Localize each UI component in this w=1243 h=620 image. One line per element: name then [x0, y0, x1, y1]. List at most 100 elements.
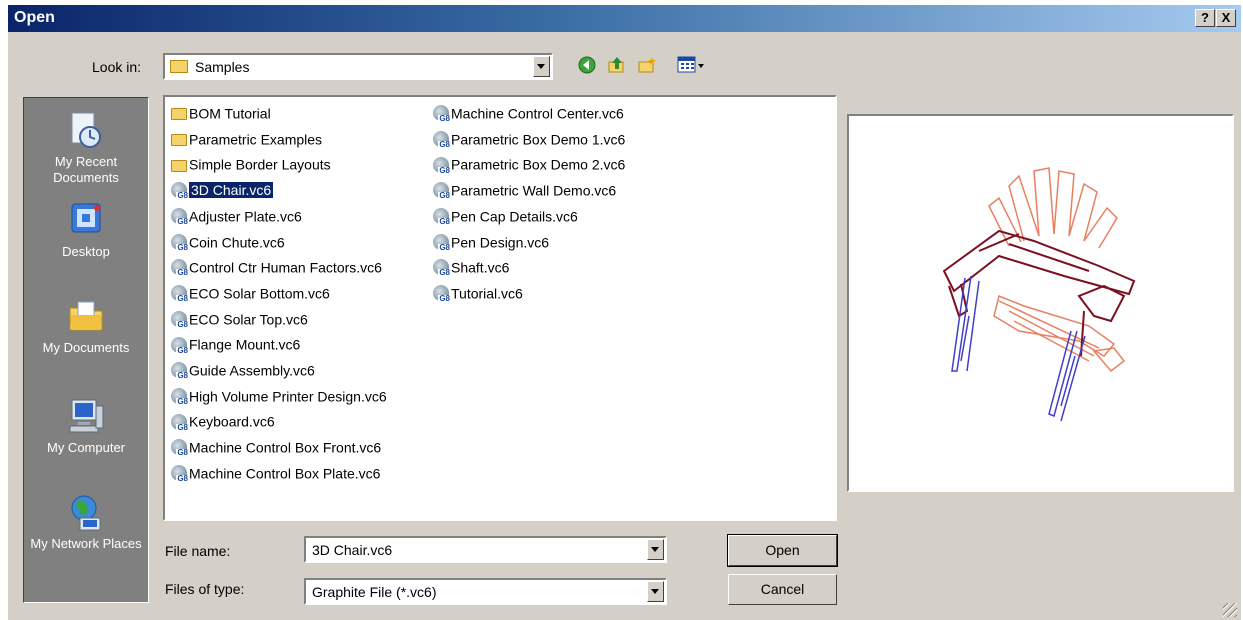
item-label: Pen Design.vc6: [451, 233, 550, 250]
close-button[interactable]: X: [1216, 9, 1236, 27]
vc6-file-icon: [171, 362, 190, 381]
folder-item[interactable]: Parametric Examples: [171, 127, 322, 149]
place-my-computer[interactable]: My Computer: [24, 396, 148, 456]
up-folder-icon[interactable]: [607, 55, 627, 75]
vc6-file-icon: [171, 336, 190, 355]
file-item[interactable]: Tutorial.vc6: [433, 281, 523, 304]
vc6-file-icon: [433, 105, 452, 124]
resize-grip-icon[interactable]: [1223, 603, 1237, 617]
vc6-file-icon: [171, 439, 190, 458]
folder-icon: [171, 159, 187, 172]
folder-item[interactable]: Simple Border Layouts: [171, 152, 331, 174]
file-item[interactable]: Parametric Box Demo 2.vc6: [433, 152, 626, 175]
title-bar[interactable]: Open ? X: [8, 5, 1241, 32]
file-item[interactable]: Adjuster Plate.vc6: [171, 204, 302, 227]
preview-pane: [847, 114, 1234, 492]
file-item[interactable]: Machine Control Box Front.vc6: [171, 435, 382, 458]
file-item[interactable]: Machine Control Center.vc6: [433, 101, 624, 124]
vc6-file-icon: [171, 387, 190, 406]
place-recent-documents[interactable]: My Recent Documents: [24, 110, 148, 186]
item-label: Keyboard.vc6: [189, 413, 275, 430]
item-label: Pen Cap Details.vc6: [451, 208, 578, 225]
vc6-file-icon: [433, 259, 452, 278]
item-label: ECO Solar Top.vc6: [189, 310, 308, 327]
places-bar: My Recent Documents Desktop My Documents: [23, 97, 149, 603]
look-in-label: Look in:: [92, 59, 142, 75]
cancel-button[interactable]: Cancel: [728, 574, 837, 605]
file-name-value[interactable]: 3D Chair.vc6: [312, 542, 392, 558]
desktop-icon: [71, 203, 101, 233]
file-item[interactable]: Pen Cap Details.vc6: [433, 204, 578, 227]
file-item[interactable]: Shaft.vc6: [433, 255, 510, 278]
new-folder-icon[interactable]: [637, 55, 657, 75]
file-item[interactable]: Keyboard.vc6: [171, 409, 275, 432]
folder-item[interactable]: BOM Tutorial: [171, 101, 271, 123]
item-label: Parametric Examples: [189, 130, 323, 147]
vc6-file-icon: [433, 156, 452, 175]
place-desktop[interactable]: Desktop: [24, 200, 148, 260]
place-network-places[interactable]: My Network Places: [24, 492, 148, 552]
look-in-combo[interactable]: Samples: [163, 53, 553, 80]
vc6-file-icon: [171, 465, 190, 484]
my-computer-icon: [69, 399, 104, 433]
file-item[interactable]: ECO Solar Top.vc6: [171, 307, 308, 329]
item-label: Machine Control Center.vc6: [451, 105, 624, 122]
file-name-dropdown-button[interactable]: [647, 539, 664, 560]
vc6-file-icon: [171, 233, 190, 252]
file-item[interactable]: Machine Control Box Plate.vc6: [171, 461, 381, 484]
file-list[interactable]: BOM Tutorial Parametric Examples Simple Bo…: [163, 95, 837, 521]
file-item[interactable]: Flange Mount.vc6: [171, 332, 301, 355]
look-in-dropdown-button[interactable]: [533, 56, 550, 77]
open-dialog: Open ? X Look in: Samples My Recent Docu…: [8, 5, 1241, 620]
file-type-combo[interactable]: Graphite File (*.vc6): [304, 578, 667, 605]
vc6-file-icon: [171, 259, 190, 278]
item-label: Tutorial.vc6: [451, 285, 523, 302]
file-item[interactable]: Coin Chute.vc6: [171, 230, 285, 252]
file-item[interactable]: ECO Solar Bottom.vc6: [171, 281, 330, 304]
view-menu-icon[interactable]: [677, 55, 705, 75]
vc6-file-icon: [433, 285, 452, 304]
file-item[interactable]: Control Ctr Human Factors.vc6: [171, 255, 382, 278]
item-label: Parametric Wall Demo.vc6: [451, 182, 617, 199]
item-label: BOM Tutorial: [189, 105, 271, 122]
vc6-file-icon: [433, 182, 452, 201]
item-label: Machine Control Box Plate.vc6: [189, 465, 381, 482]
file-item[interactable]: Parametric Box Demo 1.vc6: [433, 127, 625, 149]
vc6-file-icon: [171, 182, 190, 201]
place-label: My Recent Documents: [53, 154, 119, 185]
network-places-icon: [71, 495, 101, 531]
recent-documents-icon: [71, 112, 101, 148]
file-type-dropdown-button[interactable]: [647, 581, 664, 602]
item-label: Parametric Box Demo 2.vc6: [451, 156, 626, 173]
file-item[interactable]: 3D Chair.vc6: [171, 178, 274, 201]
place-label: My Documents: [42, 340, 130, 355]
item-label: Machine Control Box Front.vc6: [189, 439, 382, 456]
item-label: Shaft.vc6: [451, 259, 510, 276]
place-label: My Computer: [46, 440, 126, 455]
file-item[interactable]: Pen Design.vc6: [433, 230, 549, 252]
file-name-combo[interactable]: 3D Chair.vc6: [304, 536, 667, 563]
help-button[interactable]: ?: [1195, 9, 1215, 27]
back-icon[interactable]: [577, 55, 597, 75]
vc6-file-icon: [433, 233, 452, 252]
item-label: Flange Mount.vc6: [189, 336, 301, 353]
item-label: High Volume Printer Design.vc6: [189, 387, 387, 404]
file-item[interactable]: Guide Assembly.vc6: [171, 358, 315, 381]
folder-icon: [170, 60, 188, 73]
vc6-file-icon: [171, 413, 190, 432]
file-item[interactable]: High Volume Printer Design.vc6: [171, 384, 387, 406]
item-label: ECO Solar Bottom.vc6: [189, 285, 330, 302]
file-type-value: Graphite File (*.vc6): [312, 584, 437, 600]
vc6-file-icon: [433, 208, 452, 227]
place-my-documents[interactable]: My Documents: [24, 296, 148, 356]
file-item[interactable]: Parametric Wall Demo.vc6: [433, 178, 617, 201]
folder-icon: [171, 108, 187, 121]
place-label: Desktop: [62, 244, 110, 259]
my-documents-icon: [69, 301, 103, 331]
vc6-file-icon: [171, 285, 190, 304]
vc6-file-icon: [171, 310, 190, 329]
file-type-label: Files of type:: [165, 581, 245, 597]
place-label: My Network Places: [30, 536, 142, 551]
folder-icon: [171, 133, 187, 146]
open-button[interactable]: Open: [727, 534, 838, 567]
